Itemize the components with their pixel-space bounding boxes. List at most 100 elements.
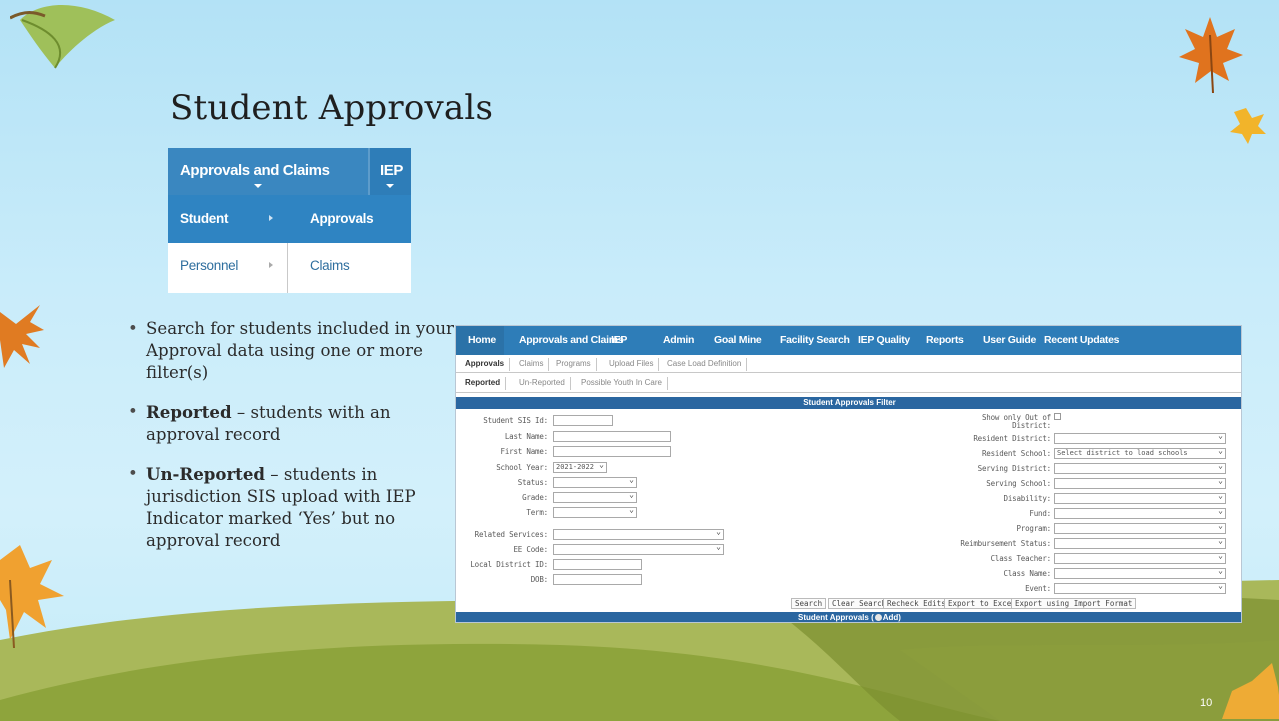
tab-approvals[interactable]: Approvals <box>460 358 511 371</box>
label-grade: Grade: <box>522 493 548 502</box>
status-select[interactable] <box>553 477 637 488</box>
bullet-list: Search for students included in your App… <box>128 318 458 569</box>
label-student-sis-id: Student SIS Id: <box>483 416 548 425</box>
student-approvals-header: Student Approvals ( Add) <box>456 612 1241 622</box>
chevron-right-icon <box>269 262 273 268</box>
submenu-item-claims[interactable]: Claims <box>310 258 350 273</box>
app-screenshot: Home Approvals and Claims IEP Admin Goal… <box>455 325 1242 623</box>
tab-case-load-definition[interactable]: Case Load Definition <box>662 358 748 371</box>
label-resident-district: Resident District: <box>973 434 1051 443</box>
maple-leaf-icon <box>0 305 44 368</box>
nav-item-recent-updates[interactable]: Recent Updates <box>1044 334 1119 346</box>
maple-leaf-icon <box>1230 108 1266 144</box>
local-district-id-input[interactable] <box>553 559 642 570</box>
label-serving-school: Serving School: <box>986 479 1051 488</box>
submenu-item-label: Student <box>180 211 229 226</box>
bullet-item: Search for students included in your App… <box>128 318 458 384</box>
grade-select[interactable] <box>553 492 637 503</box>
add-link[interactable]: Add) <box>883 613 901 622</box>
fund-select[interactable] <box>1054 508 1226 519</box>
program-select[interactable] <box>1054 523 1226 534</box>
label-reimbursement-status: Reimbursement Status: <box>960 539 1051 548</box>
export-import-format-button[interactable]: Export using Import Format <box>1011 598 1137 609</box>
label-event: Event: <box>1025 584 1051 593</box>
dob-input[interactable] <box>553 574 642 585</box>
label-serving-district: Serving District: <box>977 464 1052 473</box>
tab-claims[interactable]: Claims <box>514 358 550 371</box>
label-first-name: First Name: <box>500 447 549 456</box>
nav-item-home[interactable]: Home <box>468 334 496 346</box>
serving-district-select[interactable] <box>1054 463 1226 474</box>
label-dob: DOB: <box>530 575 548 584</box>
label-district: District: <box>1012 421 1051 430</box>
related-services-select[interactable] <box>553 529 724 540</box>
class-name-select[interactable] <box>1054 568 1226 579</box>
tab-bar-primary: Approvals Claims Programs Upload Files C… <box>456 355 1241 373</box>
nav-item-goal-mine[interactable]: Goal Mine <box>714 334 762 346</box>
chevron-right-icon <box>269 215 273 221</box>
maple-leaf-icon <box>1222 663 1279 719</box>
add-icon[interactable] <box>874 614 882 621</box>
nav-item-approvals-and-claims[interactable]: Approvals and Claims <box>519 334 624 346</box>
tab-upload-files[interactable]: Upload Files <box>604 358 660 371</box>
label-class-name: Class Name: <box>1003 569 1052 578</box>
term-select[interactable] <box>553 507 637 518</box>
school-year-select[interactable]: 2021-2022 <box>553 462 607 473</box>
event-select[interactable] <box>1054 583 1226 594</box>
nav-item-facility-search[interactable]: Facility Search <box>780 334 850 346</box>
menu-screenshot: Approvals and Claims IEP Student Approva… <box>168 148 411 293</box>
tab-reported[interactable]: Reported <box>460 377 507 390</box>
nav-item-user-guide[interactable]: User Guide <box>983 334 1036 346</box>
submenu-item-personnel[interactable]: Personnel <box>180 258 238 273</box>
label-program: Program: <box>1016 524 1051 533</box>
search-button[interactable]: Search <box>791 598 827 609</box>
label-ee-code: EE Code: <box>513 545 548 554</box>
label-fund: Fund: <box>1029 509 1051 518</box>
serving-school-select[interactable] <box>1054 478 1226 489</box>
ee-code-select[interactable] <box>553 544 724 555</box>
resident-school-select[interactable]: Select district to load schools <box>1054 448 1226 459</box>
label-resident-school: Resident School: <box>981 449 1051 458</box>
label-term: Term: <box>526 508 548 517</box>
reimbursement-status-select[interactable] <box>1054 538 1226 549</box>
bullet-item: Un-Reported – students in jurisdiction S… <box>128 463 458 552</box>
maple-leaf-icon <box>1179 17 1243 94</box>
student-sis-id-input[interactable] <box>553 415 613 426</box>
label-related-services: Related Services: <box>474 530 549 539</box>
chevron-down-icon <box>386 184 394 188</box>
slide: Student Approvals Approvals and Claims I… <box>0 0 1279 721</box>
filter-header: Student Approvals Filter <box>456 397 1241 409</box>
resident-district-select[interactable] <box>1054 433 1226 444</box>
chevron-down-icon <box>254 184 262 188</box>
submenu-item-label: Approvals <box>310 211 374 226</box>
page-title: Student Approvals <box>170 88 494 128</box>
slide-number: 10 <box>1200 697 1213 709</box>
menu-tab-label: Approvals and Claims <box>180 162 330 179</box>
export-to-excel-button[interactable]: Export to Excel <box>944 598 1020 609</box>
first-name-input[interactable] <box>553 446 671 457</box>
tab-un-reported[interactable]: Un-Reported <box>514 377 571 390</box>
nav-item-admin[interactable]: Admin <box>663 334 694 346</box>
label-status: Status: <box>517 478 548 487</box>
nav-item-iep[interactable]: IEP <box>611 334 627 346</box>
last-name-input[interactable] <box>553 431 671 442</box>
menu-tab-iep[interactable]: IEP <box>380 162 403 179</box>
tab-programs[interactable]: Programs <box>551 358 597 371</box>
tab-possible-youth-in-care[interactable]: Possible Youth In Care <box>576 377 668 390</box>
show-only-out-of-district-checkbox[interactable] <box>1054 413 1061 420</box>
clear-search-button[interactable]: Clear Search <box>828 598 891 609</box>
student-approvals-title: Student Approvals ( <box>798 613 874 622</box>
filter-form: Student SIS Id: Last Name: First Name: S… <box>456 409 1241 622</box>
label-class-teacher: Class Teacher: <box>990 554 1052 563</box>
nav-item-reports[interactable]: Reports <box>926 334 964 346</box>
nav-item-iep-quality[interactable]: IEP Quality <box>858 334 910 346</box>
disability-select[interactable] <box>1054 493 1226 504</box>
menu-divider <box>368 148 370 195</box>
label-last-name: Last Name: <box>504 432 548 441</box>
maple-leaf-icon <box>0 545 64 649</box>
bullet-item: Reported – students with an approval rec… <box>128 401 458 446</box>
class-teacher-select[interactable] <box>1054 553 1226 564</box>
label-disability: Disability: <box>1003 494 1052 503</box>
tab-bar-secondary: Reported Un-Reported Possible Youth In C… <box>456 373 1241 393</box>
recheck-edits-button[interactable]: Recheck Edits <box>883 598 950 609</box>
